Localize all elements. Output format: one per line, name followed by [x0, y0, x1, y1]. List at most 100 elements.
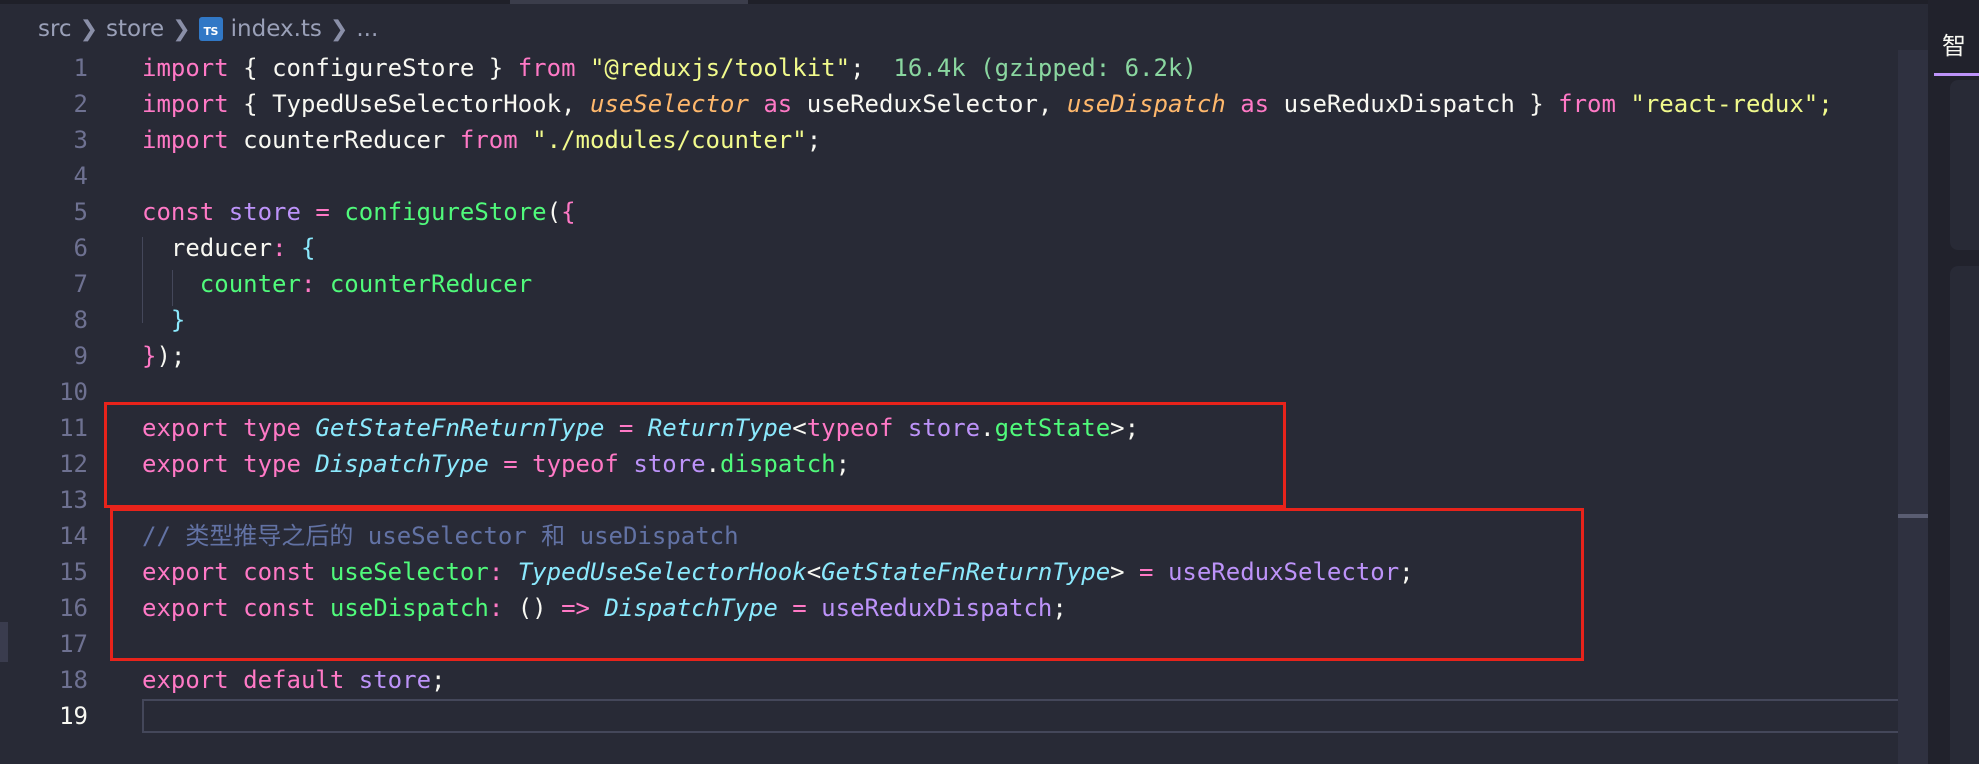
code-token: =: [315, 198, 330, 226]
code-token: ;: [850, 54, 894, 82]
code-token: ,: [561, 90, 590, 118]
line-number: 11: [59, 414, 88, 442]
code-line[interactable]: import { TypedUseSelectorHook, useSelect…: [142, 86, 1928, 122]
code-token: {: [228, 90, 273, 118]
code-token: }: [474, 54, 518, 82]
code-line[interactable]: export default store;: [142, 662, 1928, 698]
chevron-right-icon: ❯: [79, 16, 99, 42]
code-line[interactable]: import { configureStore } from "@reduxjs…: [142, 50, 1928, 86]
side-panel-card: [1950, 266, 1979, 764]
code-token: const: [142, 198, 215, 226]
code-token: counterReducer: [329, 270, 533, 298]
code-token: (: [546, 198, 562, 226]
code-line[interactable]: import counterReducer from "./modules/co…: [142, 122, 1928, 158]
line-number: 5: [73, 198, 88, 226]
code-token: ,: [1037, 90, 1067, 118]
code-token: :: [272, 234, 287, 262]
code-token: store: [228, 198, 301, 226]
side-panel-card: [1950, 80, 1979, 250]
line-number: 17: [59, 630, 88, 658]
code-token: reducer: [170, 234, 273, 262]
side-panel: 智: [1928, 0, 1979, 764]
code-token: useDispatch: [1066, 90, 1226, 118]
code-token: TypedUseSelectorHook: [272, 90, 562, 118]
line-number: 1: [73, 54, 88, 82]
line-number: 3: [73, 126, 88, 154]
line-number: 16: [59, 594, 88, 622]
code-token: {: [228, 54, 273, 82]
code-token: import: [142, 126, 229, 154]
code-token: counter: [199, 270, 301, 298]
line-number: 2: [73, 90, 88, 118]
line-number: 6: [73, 234, 88, 262]
side-panel-tab[interactable]: 智: [1934, 8, 1979, 76]
code-token: }: [170, 306, 186, 334]
code-token: from: [1558, 90, 1616, 118]
breadcrumb-item-store[interactable]: store: [106, 16, 164, 42]
line-number: 7: [73, 270, 88, 298]
code-token: {: [561, 198, 576, 226]
code-token: "@reduxjs/toolkit": [589, 54, 851, 82]
code-token: default: [243, 666, 345, 694]
code-token: from: [459, 126, 518, 154]
code-line[interactable]: }: [142, 302, 1928, 338]
code-line[interactable]: [142, 698, 1928, 734]
breadcrumb-item-file[interactable]: index.ts: [231, 16, 322, 42]
code-token: useReduxSelector: [806, 90, 1038, 118]
chevron-right-icon: ❯: [329, 16, 349, 42]
scrollbar-thumb[interactable]: [1898, 514, 1928, 518]
code-token: useSelector: [589, 90, 749, 118]
import-size-hint: 16.4k (gzipped: 6.2k): [893, 54, 1197, 82]
code-token: :: [300, 270, 316, 298]
chevron-right-icon: ❯: [172, 16, 191, 42]
code-token: store: [358, 666, 432, 694]
active-tab-indicator: [510, 0, 748, 4]
typescript-file-icon: TS: [198, 17, 223, 41]
code-token: counterReducer: [243, 126, 446, 154]
tab-bar-strip: [748, 0, 1928, 4]
code-token: ;: [806, 126, 822, 154]
code-token: {: [300, 234, 316, 262]
code-line[interactable]: });: [142, 338, 1928, 374]
code-token: import: [142, 54, 229, 82]
gutter-indicator: [0, 622, 8, 662]
code-token: as: [763, 90, 793, 118]
line-number: 18: [59, 666, 88, 694]
line-number: 8: [73, 306, 88, 334]
line-number: 14: [59, 522, 88, 550]
highlight-box-hook-exports: [110, 508, 1584, 661]
breadcrumb-item-src[interactable]: src: [38, 16, 72, 42]
line-number: 15: [59, 558, 88, 586]
code-line[interactable]: counter: counterReducer: [142, 266, 1928, 302]
code-token: }: [142, 342, 157, 370]
code-line[interactable]: reducer: {: [142, 230, 1928, 266]
code-token: configureStore: [344, 198, 547, 226]
code-line[interactable]: [142, 158, 1928, 194]
breadcrumb-item-symbols[interactable]: ...: [356, 16, 378, 42]
code-token: as: [1240, 90, 1270, 118]
code-token: "./modules/counter": [532, 126, 807, 154]
breadcrumb: src ❯ store ❯ TS index.ts ❯ ...: [38, 12, 378, 46]
code-token: configureStore: [272, 54, 475, 82]
line-number: 13: [59, 486, 88, 514]
vertical-scrollbar[interactable]: [1898, 50, 1928, 764]
code-token: ;: [431, 666, 446, 694]
code-line[interactable]: const store = configureStore({: [142, 194, 1928, 230]
line-number: 9: [73, 342, 88, 370]
line-number: 4: [73, 162, 88, 190]
code-editor[interactable]: src ❯ store ❯ TS index.ts ❯ ... 1 2 3 4 5 6 7 8…: [0, 0, 1928, 764]
highlight-box-type-exports: [104, 402, 1286, 508]
code-token: from: [517, 54, 576, 82]
